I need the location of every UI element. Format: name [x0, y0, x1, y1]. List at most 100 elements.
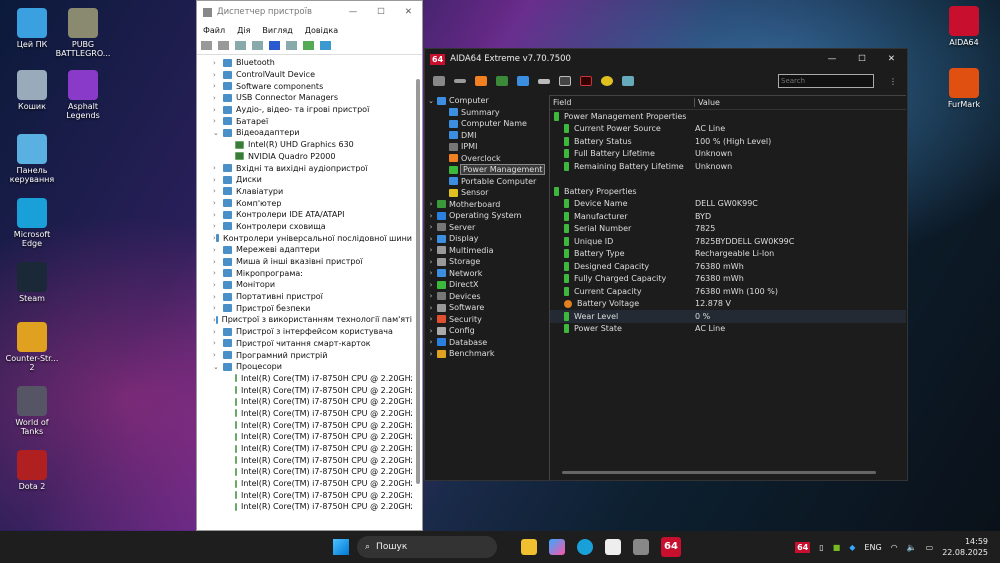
- chevron-right-icon[interactable]: ›: [213, 164, 223, 172]
- device-category[interactable]: ⌄ Процесори: [197, 361, 412, 373]
- chevron-right-icon[interactable]: ›: [213, 176, 223, 184]
- chevron-right-icon[interactable]: ›: [213, 71, 223, 79]
- chevron-right-icon[interactable]: ›: [425, 235, 437, 243]
- horizontal-scrollbar[interactable]: [562, 471, 876, 474]
- aida64-tray-icon[interactable]: 64: [795, 541, 811, 553]
- device-item[interactable]: NVIDIA Quadro P2000: [197, 151, 412, 163]
- chevron-right-icon[interactable]: ›: [425, 327, 437, 335]
- property-row[interactable]: Serial Number 7825: [550, 223, 906, 236]
- tree-item-motherboard[interactable]: › Motherboard: [425, 199, 547, 211]
- chevron-right-icon[interactable]: ›: [213, 339, 223, 347]
- usb-icon[interactable]: ▯: [819, 543, 823, 552]
- chevron-right-icon[interactable]: ›: [425, 304, 437, 312]
- store-icon[interactable]: [605, 539, 621, 555]
- desktop-shortcut[interactable]: Dota 2: [4, 450, 60, 491]
- device-category[interactable]: › Монітори: [197, 279, 412, 291]
- chevron-right-icon[interactable]: ›: [213, 328, 223, 336]
- chevron-right-icon[interactable]: ›: [425, 200, 437, 208]
- tree-item-computer-name[interactable]: Computer Name: [425, 118, 547, 130]
- menu-help[interactable]: Довідка: [305, 26, 338, 35]
- property-row[interactable]: Battery Voltage 12.878 V: [550, 298, 906, 311]
- desktop-shortcut[interactable]: Кошик: [4, 70, 60, 111]
- scan-icon[interactable]: [303, 41, 314, 50]
- device-item[interactable]: Intel(R) Core(TM) i7-8750H CPU @ 2.20GHz: [197, 408, 412, 420]
- tree-item-database[interactable]: › Database: [425, 337, 547, 349]
- device-category[interactable]: › Комп'ютер: [197, 197, 412, 209]
- device-item[interactable]: Intel(R) UHD Graphics 630: [197, 139, 412, 151]
- chevron-right-icon[interactable]: ›: [425, 246, 437, 254]
- chevron-right-icon[interactable]: ›: [425, 338, 437, 346]
- copilot-icon[interactable]: [549, 539, 565, 555]
- property-row[interactable]: Power Management Properties: [550, 110, 906, 123]
- search-input[interactable]: [778, 74, 874, 88]
- network-audit-icon[interactable]: [622, 76, 634, 86]
- bios-update-icon[interactable]: [454, 79, 466, 83]
- device-item[interactable]: Intel(R) Core(TM) i7-8750H CPU @ 2.20GHz: [197, 373, 412, 385]
- menu-file[interactable]: Файл: [203, 26, 225, 35]
- maximize-button[interactable]: ☐: [858, 54, 866, 64]
- property-row[interactable]: Battery Type Rechargeable Li-Ion: [550, 248, 906, 261]
- chevron-right-icon[interactable]: ›: [425, 269, 437, 277]
- file-explorer-icon[interactable]: [521, 539, 537, 555]
- language-indicator[interactable]: ENG: [864, 543, 881, 552]
- memory-icon[interactable]: [496, 76, 508, 86]
- desktop-shortcut[interactable]: FurMark: [936, 68, 992, 109]
- desktop-shortcut[interactable]: Asphalt Legends: [55, 70, 111, 120]
- monitor-diagnostics-icon[interactable]: [559, 76, 571, 86]
- refresh-icon[interactable]: [433, 76, 445, 86]
- wifi-icon[interactable]: ◠: [891, 543, 898, 552]
- device-category[interactable]: › USB Connector Managers: [197, 92, 412, 104]
- chevron-right-icon[interactable]: ›: [213, 211, 223, 219]
- chevron-right-icon[interactable]: ›: [213, 94, 223, 102]
- properties-icon[interactable]: [235, 41, 246, 50]
- field-column-header[interactable]: Field: [550, 98, 695, 107]
- security-icon[interactable]: ◆: [849, 543, 855, 552]
- chevron-right-icon[interactable]: ›: [213, 269, 223, 277]
- property-row[interactable]: Current Capacity 76380 mWh (100 %): [550, 285, 906, 298]
- property-row[interactable]: Power State AC Line: [550, 323, 906, 336]
- chevron-right-icon[interactable]: ›: [213, 59, 223, 67]
- tree-item-devices[interactable]: › Devices: [425, 291, 547, 303]
- device-category[interactable]: ⌄ Відеоадаптери: [197, 127, 412, 139]
- update-driver-icon[interactable]: [252, 41, 263, 50]
- property-row[interactable]: Unique ID 7825BYDDELL GW0K99C: [550, 235, 906, 248]
- chevron-right-icon[interactable]: ›: [425, 350, 437, 358]
- device-item[interactable]: Intel(R) Core(TM) i7-8750H CPU @ 2.20GHz: [197, 396, 412, 408]
- view-icon[interactable]: [286, 41, 297, 50]
- chevron-right-icon[interactable]: ›: [425, 258, 437, 266]
- start-button[interactable]: [333, 539, 349, 555]
- tree-item-overclock[interactable]: Overclock: [425, 153, 547, 165]
- desktop-shortcut[interactable]: World of Tanks: [4, 386, 60, 436]
- device-category[interactable]: › ControlVault Device: [197, 69, 412, 81]
- device-category[interactable]: › Контролери IDE ATA/ATAPI: [197, 209, 412, 221]
- desktop-shortcut[interactable]: AIDA64: [936, 6, 992, 47]
- monitor-icon[interactable]: [320, 41, 331, 50]
- tree-item-sensor[interactable]: Sensor: [425, 187, 547, 199]
- sensor-gauge-icon[interactable]: [601, 76, 613, 86]
- tree-item-computer[interactable]: ⌄ Computer: [425, 95, 547, 107]
- device-category[interactable]: › Пристрої з використанням технології пам…: [197, 314, 412, 326]
- menu-action[interactable]: Дія: [237, 26, 250, 35]
- minimize-button[interactable]: —: [828, 54, 837, 64]
- chevron-right-icon[interactable]: ›: [425, 292, 437, 300]
- chevron-right-icon[interactable]: ›: [425, 223, 437, 231]
- more-menu-icon[interactable]: ⋮: [889, 77, 907, 86]
- tree-item-storage[interactable]: › Storage: [425, 256, 547, 268]
- chevron-right-icon[interactable]: ›: [213, 351, 223, 359]
- tree-item-summary[interactable]: Summary: [425, 107, 547, 119]
- device-category[interactable]: › Software components: [197, 80, 412, 92]
- device-category[interactable]: › Bluetooth: [197, 57, 412, 69]
- device-item[interactable]: Intel(R) Core(TM) i7-8750H CPU @ 2.20GHz: [197, 466, 412, 478]
- chevron-right-icon[interactable]: ›: [213, 293, 223, 301]
- desktop-shortcut[interactable]: PUBG BATTLEGRO...: [55, 8, 111, 58]
- scrollbar[interactable]: [416, 79, 420, 484]
- chevron-right-icon[interactable]: ›: [213, 246, 223, 254]
- device-category[interactable]: › Програмний пристрій: [197, 349, 412, 361]
- chevron-right-icon[interactable]: ›: [213, 281, 223, 289]
- computer-icon[interactable]: [517, 76, 529, 86]
- device-category[interactable]: › Мікропрограма:: [197, 267, 412, 279]
- edge-icon[interactable]: [577, 539, 593, 555]
- tree-item-operating-system[interactable]: › Operating System: [425, 210, 547, 222]
- device-category[interactable]: › Пристрої з інтерфейсом користувача: [197, 326, 412, 338]
- device-manager-taskbar-icon[interactable]: [633, 539, 649, 555]
